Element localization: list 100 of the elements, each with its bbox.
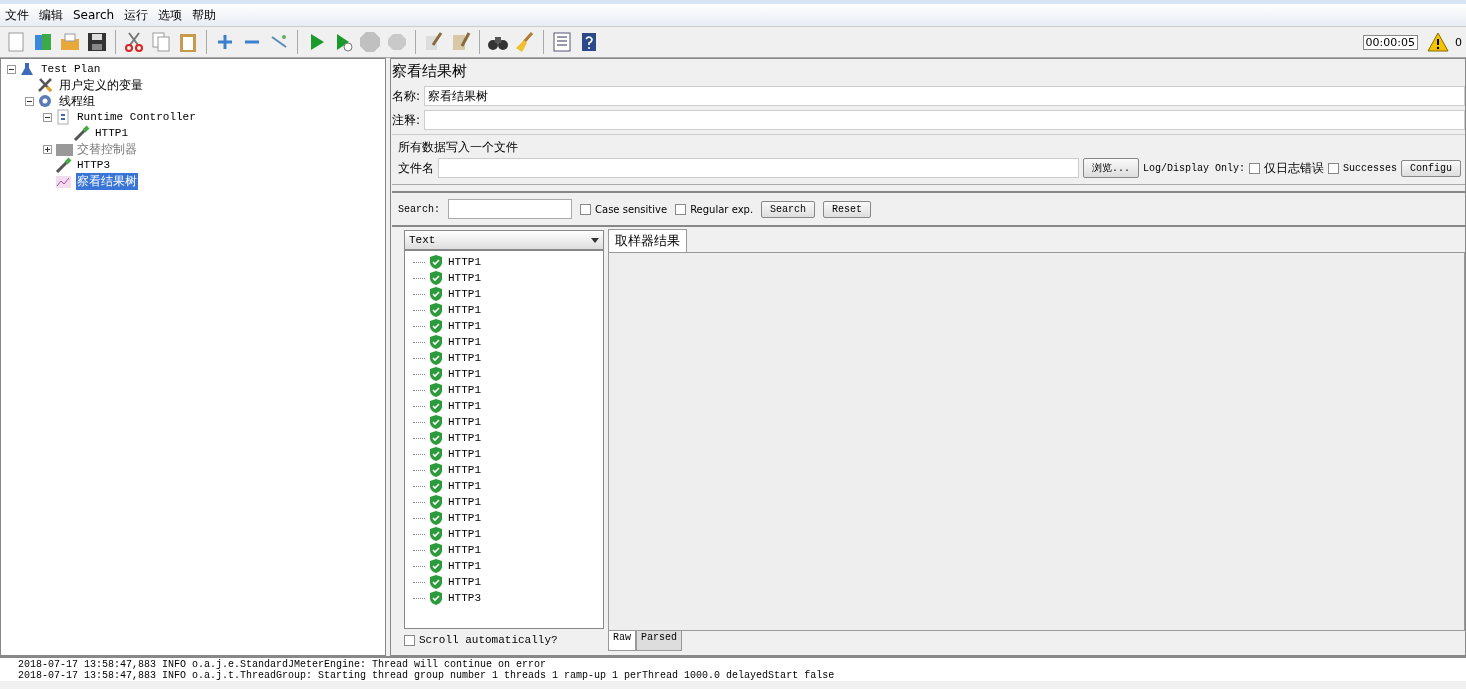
menu-item[interactable]: 文件: [0, 6, 34, 24]
success-shield-icon: [429, 527, 443, 541]
checkbox[interactable]: [580, 203, 591, 215]
tab[interactable]: 取样器结果: [608, 229, 687, 252]
collapse-icon[interactable]: [43, 112, 52, 122]
checkbox[interactable]: [404, 634, 415, 646]
success-shield-icon: [429, 559, 443, 573]
success-shield-icon: [429, 415, 443, 429]
result-item[interactable]: HTTP1: [447, 480, 482, 492]
checkbox[interactable]: [1248, 162, 1260, 174]
success-shield-icon: [429, 271, 443, 285]
result-item[interactable]: HTTP1: [447, 304, 482, 316]
success-shield-icon: [429, 543, 443, 557]
result-item[interactable]: HTTP1: [447, 464, 482, 476]
search-field[interactable]: [448, 199, 572, 219]
warning-icon[interactable]: [1427, 32, 1449, 52]
save-icon[interactable]: [85, 30, 109, 54]
result-item[interactable]: HTTP1: [447, 336, 482, 348]
dropdown-arrow-icon: [591, 237, 599, 243]
success-shield-icon: [429, 303, 443, 317]
field-label: 文件名: [398, 159, 434, 177]
result-item[interactable]: HTTP3: [447, 592, 482, 604]
tree-item[interactable]: 交替控制器: [76, 140, 138, 158]
result-item[interactable]: HTTP1: [447, 432, 482, 444]
group-title: 所有数据写入一个文件: [398, 139, 519, 156]
tree-item[interactable]: 察看结果树: [76, 172, 138, 190]
tab[interactable]: Raw: [608, 631, 636, 651]
result-item[interactable]: HTTP1: [447, 352, 482, 364]
renderer-dropdown[interactable]: Text: [404, 230, 604, 250]
elapsed-time: 00:00:05: [1362, 34, 1418, 50]
checkbox-label: 仅日志错误: [1263, 159, 1324, 177]
menu-item[interactable]: Search: [68, 8, 120, 22]
chart-icon: [55, 173, 73, 189]
success-shield-icon: [429, 351, 443, 365]
log-line: 2018-07-17 13:58:47,883 INFO o.a.j.e.StandardJMeterEngine: Thread will continue on error: [18, 659, 548, 670]
checkbox-label: Successes: [1342, 162, 1397, 174]
success-shield-icon: [429, 255, 443, 269]
log-line: 2018-07-17 13:58:47,883 INFO o.a.j.t.ThreadGroup: Starting thread group number 1 threads 1 ramp-up 1 perThread 1000.0 delayedStart false: [18, 670, 836, 681]
search-label: Search:: [398, 203, 440, 215]
tab[interactable]: Parsed: [636, 631, 683, 651]
expand-icon[interactable]: [43, 144, 52, 154]
warning-count: 0: [1455, 35, 1462, 49]
comment-field[interactable]: [424, 110, 1465, 130]
result-item[interactable]: HTTP1: [447, 448, 482, 460]
collapse-icon[interactable]: [25, 96, 34, 106]
field-label: 注释:: [392, 111, 421, 129]
success-shield-icon: [429, 463, 443, 477]
tree-item[interactable]: 线程组: [58, 92, 96, 110]
name-field[interactable]: 察看结果树: [424, 86, 1465, 106]
success-shield-icon: [429, 479, 443, 493]
tree-item[interactable]: HTTP1: [94, 127, 129, 139]
filename-field[interactable]: [438, 158, 1079, 178]
result-item[interactable]: HTTP1: [447, 384, 482, 396]
success-shield-icon: [429, 511, 443, 525]
result-item[interactable]: HTTP1: [447, 496, 482, 508]
success-shield-icon: [429, 367, 443, 381]
success-shield-icon: [429, 431, 443, 445]
reset-button[interactable]: Reset: [823, 200, 872, 218]
search-button[interactable]: Search: [761, 200, 816, 218]
pipette-icon: [55, 157, 73, 173]
checkbox[interactable]: [1327, 162, 1339, 174]
menu-item[interactable]: 选项: [153, 6, 188, 24]
checkbox[interactable]: [675, 203, 687, 215]
success-shield-icon: [429, 447, 443, 461]
checkbox-label: Regular exp.: [690, 203, 754, 215]
result-item[interactable]: HTTP1: [447, 560, 482, 572]
tools-icon: [37, 77, 55, 93]
result-item[interactable]: HTTP1: [447, 512, 482, 524]
result-item[interactable]: HTTP1: [447, 256, 482, 268]
tree-item[interactable]: HTTP3: [76, 159, 111, 171]
menu-item[interactable]: 编辑: [34, 6, 68, 24]
scissors-icon[interactable]: [122, 30, 146, 54]
result-item[interactable]: HTTP1: [447, 272, 482, 284]
success-shield-icon: [429, 591, 443, 605]
result-item[interactable]: HTTP1: [447, 400, 482, 412]
result-item[interactable]: HTTP1: [447, 576, 482, 588]
success-shield-icon: [429, 335, 443, 349]
menu-item[interactable]: 运行: [119, 6, 154, 24]
panel-title: 察看结果树: [392, 62, 468, 82]
tree-item[interactable]: Runtime Controller: [76, 111, 197, 123]
result-item[interactable]: HTTP1: [447, 544, 482, 556]
browse-button[interactable]: 浏览...: [1082, 158, 1139, 178]
tree-item[interactable]: 用户定义的变量: [58, 76, 144, 94]
result-item[interactable]: HTTP1: [447, 288, 482, 300]
success-shield-icon: [429, 399, 443, 413]
menu-item[interactable]: 帮助: [187, 6, 222, 24]
success-shield-icon: [429, 495, 443, 509]
field-label: 名称:: [392, 87, 421, 105]
log-display-label: Log/Display Only:: [1142, 162, 1245, 174]
collapse-icon[interactable]: [7, 64, 16, 74]
success-shield-icon: [429, 383, 443, 397]
result-item[interactable]: HTTP1: [447, 416, 482, 428]
success-shield-icon: [429, 575, 443, 589]
configure-button[interactable]: Configu: [1401, 159, 1461, 177]
tree-item[interactable]: Test Plan: [40, 63, 102, 75]
checkbox-label: Scroll automatically?: [419, 634, 558, 646]
result-item[interactable]: HTTP1: [447, 528, 482, 540]
result-item[interactable]: HTTP1: [447, 320, 482, 332]
result-item[interactable]: HTTP1: [447, 368, 482, 380]
success-shield-icon: [429, 319, 443, 333]
